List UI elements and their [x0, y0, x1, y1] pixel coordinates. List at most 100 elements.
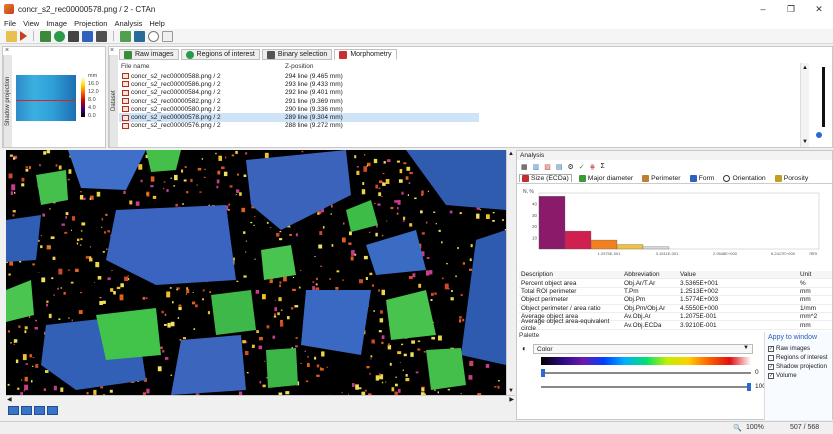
- viewer-horizontal-scrollbar[interactable]: ◀ ▶: [6, 395, 515, 404]
- speckle-particle: [110, 288, 114, 292]
- checkbox[interactable]: [768, 354, 774, 361]
- speckle-particle: [470, 244, 473, 248]
- tab-perimeter[interactable]: Perimeter: [640, 174, 682, 182]
- scroll-down-icon[interactable]: ▼: [508, 388, 514, 394]
- binary-tool-icon[interactable]: [68, 30, 79, 42]
- palette-max-slider[interactable]: [541, 383, 751, 391]
- shadow-projection-image[interactable]: [16, 75, 76, 121]
- tab-binary-selection[interactable]: Binary selection: [261, 49, 333, 60]
- scroll-down-icon[interactable]: ▼: [802, 139, 808, 145]
- close-button[interactable]: ✕: [805, 0, 833, 18]
- list-item[interactable]: concr_s2_rec00000580.png / 2 290 line (9.…: [119, 105, 479, 113]
- scroll-right-icon[interactable]: ▶: [509, 396, 514, 403]
- scroll-up-icon[interactable]: ▲: [802, 65, 808, 71]
- list-item[interactable]: concr_s2_rec00000586.png / 2 293 line (9.…: [119, 80, 479, 88]
- grid-view-icon[interactable]: [34, 406, 45, 415]
- palette-dropdown[interactable]: Color ▼: [533, 344, 753, 354]
- menu-projection[interactable]: Projection: [74, 19, 107, 28]
- maximize-button[interactable]: ❐: [777, 0, 805, 18]
- table-row[interactable]: Average object area-equivalent circle Av.…: [519, 318, 832, 332]
- morphometry-tool-icon[interactable]: [82, 30, 93, 42]
- run-icon[interactable]: [20, 31, 27, 41]
- column-file-name[interactable]: File name: [119, 63, 285, 72]
- speckle-particle: [7, 330, 10, 333]
- speckle-particle: [405, 374, 408, 377]
- close-icon[interactable]: ×: [5, 47, 9, 54]
- list-item[interactable]: concr_s2_rec00000578.png / 2 289 line (9.…: [119, 113, 479, 122]
- min-slider-knob[interactable]: [541, 369, 545, 377]
- header-unit[interactable]: Unit: [800, 271, 830, 278]
- slice-position-line[interactable]: [16, 100, 76, 101]
- max-slider-knob[interactable]: [747, 383, 751, 391]
- table-row[interactable]: Percent object area Obj.Ar/T.Ar 3.5365E+00…: [519, 279, 832, 288]
- tab-form[interactable]: Form: [688, 174, 717, 182]
- tab-major-diameter[interactable]: Major diameter: [577, 174, 635, 182]
- checkbox[interactable]: ✓: [768, 372, 774, 379]
- rotate-tool-icon[interactable]: [148, 30, 159, 42]
- tab-raw-images[interactable]: Raw images: [119, 49, 179, 60]
- viewer-vertical-scrollbar[interactable]: ▲ ▼: [506, 150, 515, 395]
- filter-icon[interactable]: ⋕: [590, 163, 596, 171]
- list-item[interactable]: concr_s2_rec00000584.png / 2 292 line (9.…: [119, 89, 479, 97]
- apply-option[interactable]: ✓ Raw images: [768, 344, 829, 353]
- display-tool-icon[interactable]: [134, 30, 145, 42]
- palette-min-slider[interactable]: [541, 369, 751, 377]
- scroll-left-icon[interactable]: ◀: [7, 396, 12, 403]
- help-pointer-icon[interactable]: [162, 30, 173, 42]
- speckle-particle: [97, 276, 102, 280]
- image-viewer[interactable]: [6, 150, 506, 395]
- open-folder-icon[interactable]: [6, 30, 17, 42]
- model-tool-icon[interactable]: [96, 30, 107, 42]
- menu-image[interactable]: Image: [46, 19, 67, 28]
- raw-images-tool-icon[interactable]: [40, 30, 51, 42]
- sum-icon[interactable]: Σ: [601, 163, 605, 170]
- menu-file[interactable]: File: [4, 19, 16, 28]
- tab-regions-of-interest[interactable]: Regions of interest: [180, 49, 260, 60]
- 3d-chart-icon[interactable]: ▨: [544, 163, 551, 171]
- cell-abbreviation: Obj.Pm: [624, 296, 646, 304]
- size-histogram[interactable]: N, % 40 30 20 10 1.2975E-001 3.1511E-001 2.9548…: [521, 187, 831, 265]
- settings-icon[interactable]: ⚙: [568, 163, 574, 171]
- menu-analysis[interactable]: Analysis: [114, 19, 142, 28]
- save-icon[interactable]: ▤: [556, 163, 563, 171]
- table-row[interactable]: Object perimeter / area ratio Obj.Pm/Obj.…: [519, 305, 832, 313]
- close-icon[interactable]: ×: [110, 47, 114, 54]
- header-description[interactable]: Description: [519, 271, 624, 278]
- table-row[interactable]: Object perimeter Obj.Pm 1.5774E+003 mm: [519, 296, 832, 305]
- apply-option[interactable]: Regions of interest: [768, 353, 829, 362]
- check-icon[interactable]: ✓: [579, 163, 585, 171]
- stack-view-icon[interactable]: [47, 406, 58, 415]
- list-item[interactable]: concr_s2_rec00000576.png / 2 288 line (9.…: [119, 122, 479, 130]
- file-list-scrollbar[interactable]: ▲ ▼: [800, 63, 809, 147]
- slider-knob-icon[interactable]: [816, 132, 822, 138]
- x-axis-label: mm: [810, 251, 818, 256]
- tab-porosity[interactable]: Porosity: [773, 174, 811, 182]
- single-view-icon[interactable]: [8, 406, 19, 415]
- tab-orientation[interactable]: Orientation: [721, 174, 767, 182]
- speckle-particle: [253, 224, 255, 226]
- apply-option[interactable]: ✓ Shadow projection: [768, 362, 829, 371]
- speckle-particle: [459, 316, 462, 319]
- chart-icon[interactable]: ▥: [533, 163, 540, 171]
- menu-help[interactable]: Help: [149, 19, 164, 28]
- tab-size-ecda[interactable]: Size (ECDa): [519, 174, 572, 182]
- list-item[interactable]: concr_s2_rec00000588.png / 2 294 line (9.…: [119, 72, 479, 80]
- table-row[interactable]: Total ROI perimeter T.Pm 1.2513E+002 mm: [519, 288, 832, 297]
- minimize-button[interactable]: –: [749, 0, 777, 18]
- checkbox[interactable]: ✓: [768, 345, 774, 352]
- split-view-icon[interactable]: [21, 406, 32, 415]
- list-item[interactable]: concr_s2_rec00000582.png / 2 291 line (9.…: [119, 97, 479, 105]
- apply-option[interactable]: ✓ Volume: [768, 371, 829, 380]
- checkbox[interactable]: ✓: [768, 363, 774, 370]
- header-abbreviation[interactable]: Abbreviation: [624, 271, 680, 278]
- table-icon[interactable]: ▦: [521, 163, 528, 171]
- scroll-up-icon[interactable]: ▲: [508, 151, 514, 157]
- slider-track[interactable]: [822, 67, 825, 127]
- header-value[interactable]: Value: [680, 271, 800, 278]
- menu-view[interactable]: View: [23, 19, 39, 28]
- histogram-tool-icon[interactable]: [120, 30, 131, 42]
- roi-tool-icon[interactable]: [54, 30, 65, 42]
- speckle-particle: [415, 371, 419, 374]
- column-z-position[interactable]: Z-position: [285, 63, 465, 72]
- tab-morphometry[interactable]: Morphometry: [334, 49, 397, 60]
